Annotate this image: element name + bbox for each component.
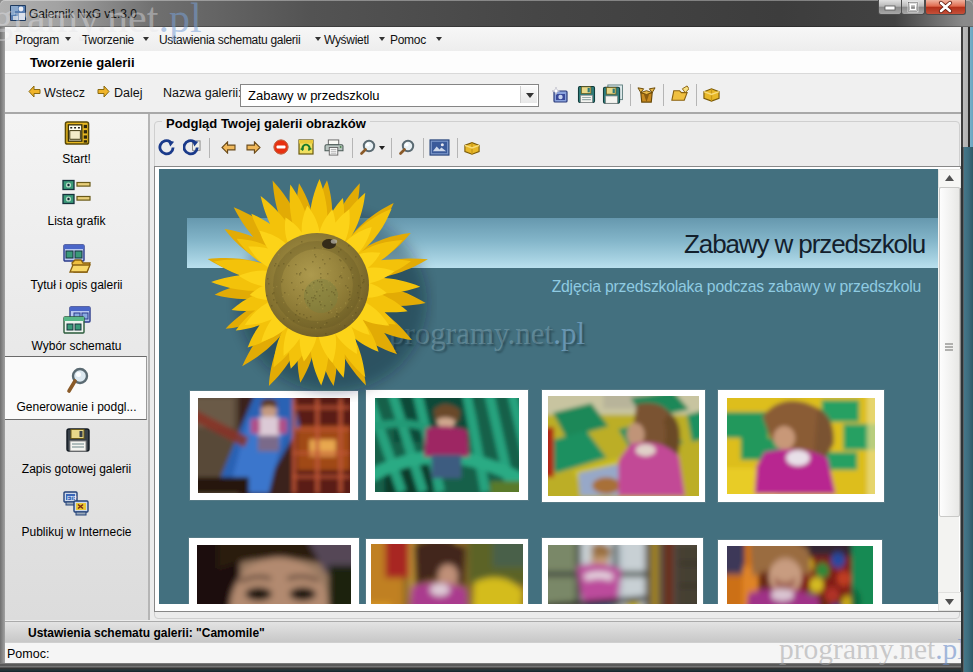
svg-text:FTP: FTP <box>67 495 77 501</box>
